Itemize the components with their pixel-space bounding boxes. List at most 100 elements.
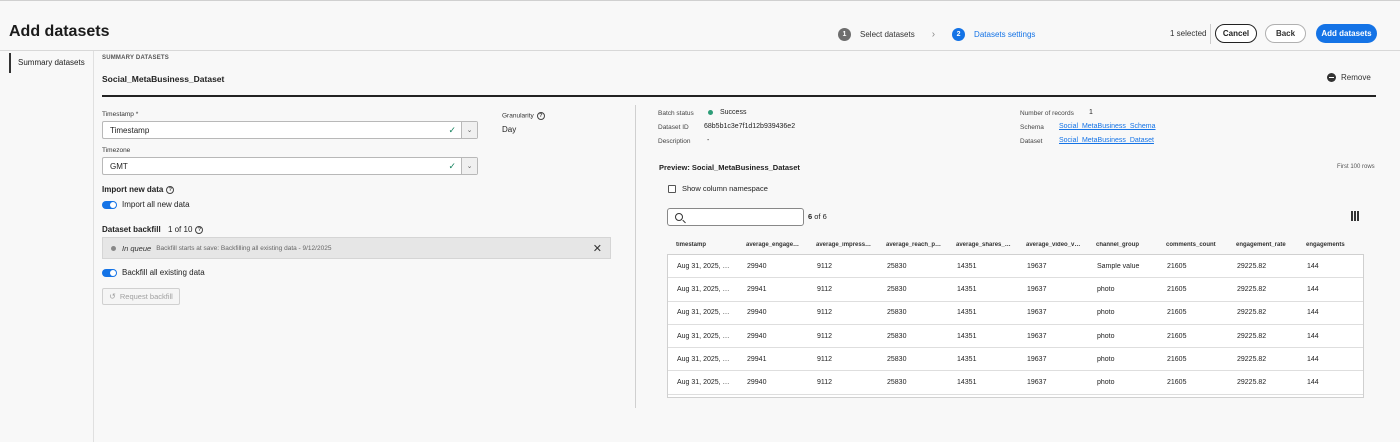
- table-cell: 9112: [817, 332, 833, 340]
- table-cell: 144: [1307, 332, 1319, 340]
- dataset-label: Dataset: [1020, 138, 1043, 145]
- table-cell: 29225.82: [1237, 262, 1267, 270]
- table-cell: photo: [1097, 332, 1115, 340]
- step-2-label[interactable]: Datasets settings: [974, 30, 1035, 39]
- column-header[interactable]: engagement_rate: [1227, 242, 1297, 248]
- toggle-switch[interactable]: [102, 200, 117, 209]
- table-cell: 21605: [1167, 262, 1187, 270]
- import-toggle-label: Import all new data: [122, 200, 190, 209]
- remove-label: Remove: [1341, 73, 1371, 82]
- column-header[interactable]: average_video_v…: [1017, 242, 1087, 248]
- table-cell: 9112: [817, 355, 833, 363]
- table-cell: Aug 31, 2025, …: [677, 309, 730, 317]
- column-header[interactable]: timestamp: [667, 242, 737, 248]
- search-input[interactable]: [667, 208, 804, 226]
- import-all-toggle[interactable]: Import all new data: [102, 200, 190, 209]
- column-header[interactable]: average_shares_…: [947, 242, 1017, 248]
- close-icon[interactable]: ✕: [593, 242, 602, 255]
- checkmark-icon: ✓: [448, 160, 456, 171]
- chevron-down-icon[interactable]: ⌄: [461, 122, 477, 138]
- schema-label: Schema: [1020, 124, 1044, 131]
- table-cell: 25830: [887, 355, 907, 363]
- records-label: Number of records: [1020, 110, 1074, 117]
- table-row: Aug 31, 2025, … 29940 9112 25830 14351 19637 p…: [668, 302, 1363, 325]
- column-header[interactable]: average_engage…: [737, 242, 807, 248]
- timestamp-label: Timestamp *: [102, 111, 139, 118]
- table-cell: Aug 31, 2025, …: [677, 332, 730, 340]
- table-cell: 14351: [957, 332, 977, 340]
- table-cell: 29225.82: [1237, 309, 1267, 317]
- table-cell: 21605: [1167, 285, 1187, 293]
- column-header[interactable]: channel_group: [1087, 242, 1157, 248]
- table-cell: 19637: [1027, 355, 1047, 363]
- table-cell: 29225.82: [1237, 379, 1267, 387]
- table-cell: 19637: [1027, 379, 1047, 387]
- table-row: Aug 31, 2025, … 29941 9112 25830 14351 19637 p…: [668, 348, 1363, 372]
- table-cell: 29940: [747, 262, 767, 270]
- backfill-heading: Dataset backfill 1 of 10?: [102, 225, 204, 234]
- backfill-all-toggle[interactable]: Backfill all existing data: [102, 268, 205, 277]
- show-namespace-checkbox[interactable]: Show column namespace: [668, 184, 768, 193]
- chevron-down-icon[interactable]: ⌄: [461, 158, 477, 174]
- help-icon[interactable]: ?: [536, 112, 545, 120]
- table-cell: 29225.82: [1237, 332, 1267, 340]
- table-cell: 19637: [1027, 262, 1047, 270]
- first-rows-note: First 100 rows: [1337, 164, 1375, 170]
- table-cell: 29225.82: [1237, 355, 1267, 363]
- toggle-switch[interactable]: [102, 268, 117, 277]
- preview-title: Preview: Social_MetaBusiness_Dataset: [659, 163, 800, 172]
- column-header[interactable]: engagements: [1297, 242, 1354, 248]
- request-backfill-label: Request backfill: [119, 292, 173, 301]
- schema-link[interactable]: Social_MetaBusiness_Schema: [1059, 123, 1156, 130]
- queue-status: In queue: [122, 243, 152, 253]
- cancel-button[interactable]: Cancel: [1215, 24, 1257, 43]
- backfill-count: 1 of 10: [167, 225, 193, 234]
- header-divider: [0, 50, 1400, 51]
- remove-button[interactable]: Remove: [1327, 73, 1371, 82]
- help-icon[interactable]: ?: [195, 225, 204, 234]
- table-cell: photo: [1097, 309, 1115, 317]
- table-cell: 25830: [887, 309, 907, 317]
- table-cell: 144: [1307, 285, 1319, 293]
- table-cell: Aug 31, 2025, …: [677, 379, 730, 387]
- table-cell: 25830: [887, 379, 907, 387]
- table-row: Aug 31, 2025, … 29940 9112 25830 14351 19637 p…: [668, 325, 1363, 349]
- table-cell: 14351: [957, 355, 977, 363]
- request-backfill-button[interactable]: ↺ Request backfill: [102, 288, 180, 305]
- column-header[interactable]: comments_count: [1157, 242, 1227, 248]
- table-cell: 29941: [747, 355, 767, 363]
- table-row: Aug 31, 2025, … 29940 9112 25830 14351 19637 p…: [668, 371, 1363, 395]
- add-datasets-button[interactable]: Add datasets: [1316, 24, 1377, 43]
- column-header[interactable]: average_reach_p…: [877, 242, 947, 248]
- table-cell: 144: [1307, 355, 1319, 363]
- help-icon[interactable]: ?: [166, 185, 175, 194]
- step-1-label[interactable]: Select datasets: [860, 30, 915, 39]
- timezone-select[interactable]: GMT ✓ ⌄: [102, 157, 478, 175]
- timezone-select-value: GMT: [110, 161, 128, 171]
- refresh-icon: ↺: [109, 292, 116, 301]
- checkbox[interactable]: [668, 184, 676, 193]
- table-cell: 21605: [1167, 355, 1187, 363]
- table-cell: 25830: [887, 332, 907, 340]
- column-header[interactable]: average_impress…: [807, 242, 877, 248]
- table-row: Aug 31, 2025, … 29941 9112 25830 14351 19637 p…: [668, 278, 1363, 302]
- table-cell: 29940: [747, 332, 767, 340]
- selected-count: 1 selected: [1170, 29, 1207, 38]
- table-cell: Sample value: [1097, 262, 1140, 270]
- back-button[interactable]: Back: [1265, 24, 1306, 43]
- table-cell: 144: [1307, 262, 1319, 270]
- table-cell: 21605: [1167, 332, 1187, 340]
- dataset-link[interactable]: Social_MetaBusiness_Dataset: [1059, 137, 1154, 144]
- table-cell: Aug 31, 2025, …: [677, 262, 730, 270]
- table-cell: 25830: [887, 262, 907, 270]
- section-divider: [102, 95, 1376, 97]
- column-settings-icon[interactable]: [1351, 211, 1361, 221]
- required-mark: *: [135, 111, 139, 118]
- divider: [1210, 24, 1211, 44]
- sidebar-item-summary-datasets[interactable]: Summary datasets: [9, 53, 93, 73]
- table-cell: 25830: [887, 285, 907, 293]
- import-heading: Import new data?: [102, 185, 175, 194]
- table-cell: 14351: [957, 262, 977, 270]
- table-cell: 144: [1307, 309, 1319, 317]
- timestamp-select[interactable]: Timestamp ✓ ⌄: [102, 121, 478, 139]
